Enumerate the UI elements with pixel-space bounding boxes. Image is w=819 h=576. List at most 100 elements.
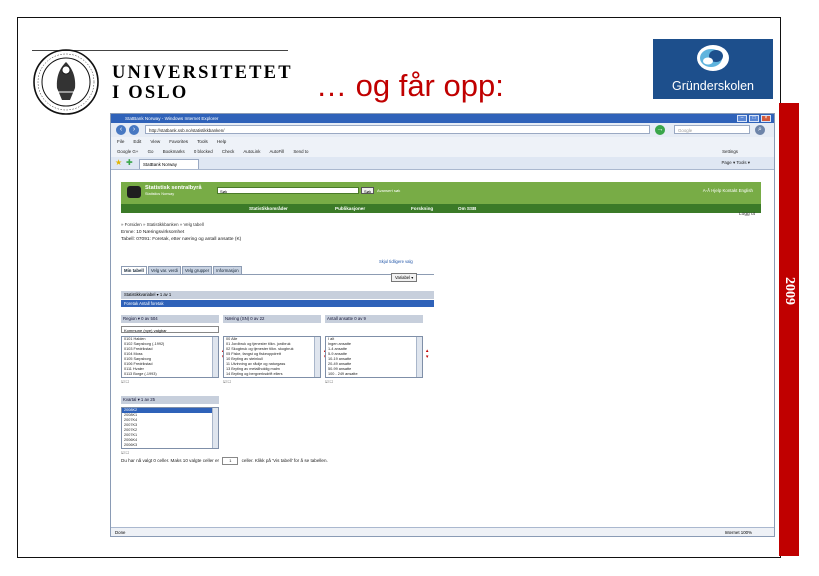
address-input[interactable]: http://statbank.ssb.no/statistikkbanken/ (145, 125, 650, 134)
google-autofill-button[interactable]: AutoFill (269, 149, 284, 154)
tab-tools[interactable]: Page ▾ Tools ▾ (722, 158, 751, 168)
cells-input[interactable]: 1 (222, 457, 239, 465)
subtabs: Min tabell Velg var. verdi Velg grupper … (121, 266, 242, 274)
tab-velg-grupper[interactable]: Velg grupper (181, 266, 213, 274)
statistic-variable-row[interactable]: Statistikkvariabel ▾ 1 av 1 (121, 291, 434, 299)
menu-help[interactable]: Help (217, 137, 226, 146)
brand-emblem-icon (697, 45, 729, 71)
university-seal-icon (33, 49, 99, 115)
google-toolbar: Google G+ Go Bookmarks 0 blocked Check A… (111, 146, 774, 157)
logout-link[interactable]: Logg ut (739, 212, 755, 217)
menu-tools[interactable]: Tools (197, 137, 208, 146)
cells-info-after: celler. Klikk på 'Vis tabell' for å se t… (241, 458, 328, 464)
browser-search-input[interactable]: Google (674, 125, 750, 134)
select-all-icons[interactable]: ☑ ☐ (121, 379, 219, 384)
slide: UNIVERSITETET I OSLO … og får opp: Gründ… (0, 0, 819, 576)
variable-button[interactable]: Variabel ▾ (391, 273, 418, 282)
status-text: Done (115, 530, 126, 535)
ssb-main-nav: Statistikkområder Publikasjoner Forsknin… (121, 204, 761, 213)
statistic-variable-value[interactable]: Foretak Antall foretak (121, 300, 434, 307)
list-item[interactable]: 2006K3 (122, 443, 218, 448)
nav-statistikkomrader[interactable]: Statistikkområder (249, 204, 288, 213)
variable-kvartal: Kvartal ▾ 1 av 25 2008K2 2008K1 2007K4 2… (121, 396, 219, 455)
tab-velg-verdi[interactable]: Velg var. verdi (147, 266, 181, 274)
year-label: 2009 (782, 277, 797, 305)
scrollbar[interactable] (314, 337, 320, 377)
breadcrumb[interactable]: » Forsiden » Statistikkbanken » Velg tab… (121, 222, 204, 227)
google-settings-button[interactable]: Settings (722, 146, 738, 157)
menu-file[interactable]: File (117, 137, 124, 146)
select-all-icons[interactable]: ☑ ☐ (223, 379, 321, 384)
browser-tab[interactable]: StatBank Norway (139, 159, 199, 169)
ssb-logo-icon[interactable] (127, 186, 141, 198)
status-bar: Done Internet 100% (111, 527, 774, 536)
sort-arrows-icon[interactable]: ▲▼ (425, 348, 429, 360)
variable-kvartal-head[interactable]: Kvartal ▾ 1 av 25 (121, 396, 219, 404)
region-listbox[interactable]: 0101 Halden 0102 Sarpsborg (-1992) 0103 … (121, 336, 219, 378)
menu-view[interactable]: View (150, 137, 160, 146)
search-icon[interactable]: ⌕ (755, 125, 765, 135)
google-logo[interactable]: Google G+ (117, 149, 138, 154)
ssb-subtitle: Statistics Norway (145, 192, 175, 196)
variable-ansatte-head[interactable]: Antall ansatte 0 av 9 (325, 315, 423, 323)
scrollbar[interactable] (212, 408, 218, 448)
variable-naering-head[interactable]: Næring (SN) 0 av 22 (223, 315, 321, 323)
ssb-search-button[interactable]: Søk (361, 187, 375, 194)
google-sendto-button[interactable]: Send to (293, 149, 308, 154)
tab-informasjon[interactable]: Informasjon (213, 266, 242, 274)
google-autolink-button[interactable]: AutoLink (243, 149, 260, 154)
google-popup-blocked[interactable]: 0 blocked (194, 149, 213, 154)
slide-title: … og får opp: (316, 68, 504, 103)
forward-icon[interactable]: › (129, 125, 139, 135)
google-check-button[interactable]: Check (222, 149, 234, 154)
region-dropdown[interactable]: Kommune (nye) valgbar (121, 326, 219, 333)
web-page: Statistisk sentralbyrå Statistics Norway… (111, 170, 774, 527)
status-zone[interactable]: Internet 100% (725, 528, 752, 536)
nav-om-ssb[interactable]: Om SSB (458, 204, 476, 213)
menu-favorites[interactable]: Favorites (169, 137, 188, 146)
menu-bar: File Edit View Favorites Tools Help (111, 137, 774, 146)
tab-min-tabell[interactable]: Min tabell (121, 266, 147, 274)
university-line-2: I OSLO (112, 83, 189, 103)
back-icon[interactable]: ‹ (116, 125, 126, 135)
list-item[interactable]: 100 - 249 ansatte (326, 372, 422, 377)
variable-region-head[interactable]: Region ▾ 0 av 504 (121, 315, 219, 323)
cells-info-before: Du har nå valgt 0 celler. Maks 10 valgte… (121, 458, 220, 464)
subject-label: Emne: 10 Næringsvirksomhet (121, 230, 185, 235)
brand-logo: Gründerskolen (653, 39, 773, 99)
maximize-icon[interactable]: □ (749, 115, 759, 122)
hide-previous-link[interactable]: Skjul tidligere valg (379, 259, 413, 264)
select-all-icons[interactable]: ☑ ☐ (325, 379, 423, 384)
nav-forskning[interactable]: Forskning (411, 204, 433, 213)
google-bookmarks-button[interactable]: Bookmarks (163, 149, 185, 154)
minimize-icon[interactable]: – (737, 115, 747, 122)
go-icon[interactable]: → (655, 125, 665, 135)
kvartal-listbox[interactable]: 2008K2 2008K1 2007K4 2007K3 2007K2 2007K… (121, 407, 219, 449)
table-label: Tabell: 07091: Foretak, etter næring og … (121, 237, 242, 242)
brand-name: Gründerskolen (672, 79, 754, 93)
list-item[interactable]: 14 Bryting og bergverksdrift ellers (224, 372, 320, 377)
naering-listbox[interactable]: 00 Alle 01 Jordbruk og tjenester tilkn. … (223, 336, 321, 378)
select-all-icons[interactable]: ☑ ☐ (121, 450, 219, 455)
add-favorite-icon[interactable]: ✚ (126, 158, 133, 167)
ssb-search-input[interactable]: Søk (217, 187, 359, 194)
ssb-header: Statistisk sentralbyrå Statistics Norway… (121, 182, 761, 213)
favorites-star-icon[interactable]: ★ (115, 158, 122, 167)
menu-edit[interactable]: Edit (133, 137, 141, 146)
ansatte-listbox[interactable]: I alt Ingen ansatte 1-4 ansatte 5-9 ansa… (325, 336, 423, 378)
window-title: StatBank Norway - Windows Internet Explo… (125, 116, 219, 121)
google-go-button[interactable]: Go (148, 149, 154, 154)
cells-info: Du har nå valgt 0 celler. Maks 10 valgte… (121, 457, 328, 465)
scrollbar[interactable] (416, 337, 422, 377)
advanced-search-link[interactable]: Avansert søk (377, 188, 400, 193)
nav-publikasjoner[interactable]: Publikasjoner (335, 204, 365, 213)
ssb-header-links[interactable]: A-Å Hjelp Kontakt English (703, 188, 753, 193)
list-item[interactable]: 0113 Borge (-1993) (122, 372, 218, 377)
tab-bar: ★ ✚ StatBank Norway Page ▾ Tools ▾ (111, 157, 774, 170)
scrollbar[interactable] (212, 337, 218, 377)
window-controls: – □ × (737, 115, 771, 122)
variable-naering: Næring (SN) 0 av 22 00 Alle 01 Jordbruk … (223, 315, 321, 384)
browser-titlebar: StatBank Norway - Windows Internet Explo… (111, 114, 774, 123)
close-icon[interactable]: × (761, 115, 771, 122)
ssb-name: Statistisk sentralbyrå (145, 185, 202, 191)
